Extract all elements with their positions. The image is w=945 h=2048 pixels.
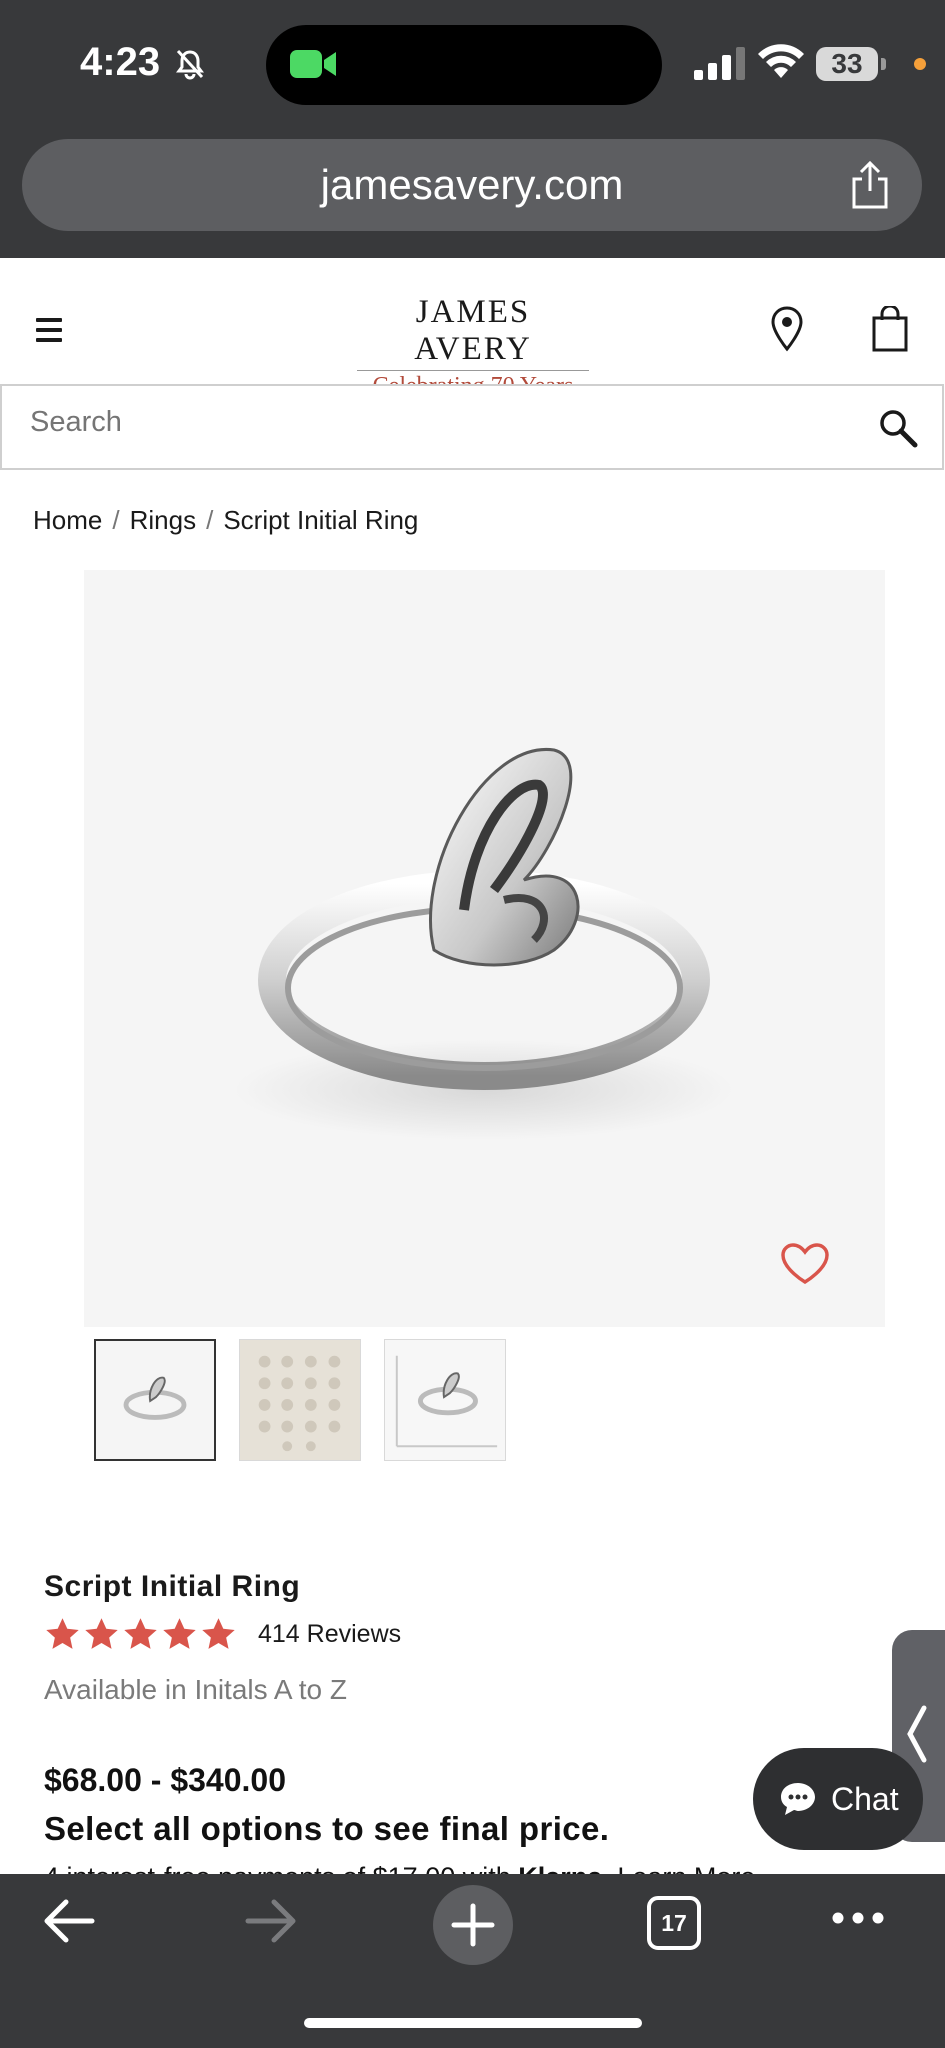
price-range: $68.00 - $340.00 — [44, 1762, 286, 1798]
battery-indicator: 33 — [816, 47, 888, 81]
store-locator-icon[interactable] — [770, 306, 804, 352]
plus-icon — [451, 1903, 495, 1947]
chat-button[interactable]: Chat — [753, 1748, 923, 1850]
thumbnail-2[interactable] — [239, 1339, 361, 1461]
url-text[interactable]: jamesavery.com — [22, 161, 922, 209]
chevron-left-icon — [907, 1705, 927, 1763]
cellular-signal-icon — [694, 47, 745, 80]
thumbnail-3[interactable] — [384, 1339, 506, 1461]
breadcrumb-home[interactable]: Home — [33, 505, 102, 535]
chat-label: Chat — [831, 1780, 899, 1817]
breadcrumb-current: Script Initial Ring — [223, 505, 419, 535]
browser-bottom-toolbar: 17 — [0, 1874, 945, 2048]
battery-nub — [881, 58, 886, 70]
share-icon[interactable] — [848, 161, 892, 209]
star-icon — [163, 1618, 196, 1649]
thumbnail-all-initials-image — [240, 1340, 360, 1460]
search-input[interactable] — [30, 406, 830, 439]
new-tab-button[interactable] — [433, 1885, 513, 1965]
star-icon — [85, 1618, 118, 1649]
menu-icon[interactable] — [36, 318, 62, 342]
address-bar[interactable]: jamesavery.com — [22, 139, 922, 231]
star-rating[interactable] — [44, 1616, 237, 1652]
brand-name-text: JAMES AVERY — [414, 294, 532, 367]
site-header: JAMES AVERY Celebrating 70 Years — [0, 258, 945, 399]
privacy-indicator-dot — [914, 58, 926, 70]
thumbnail-1[interactable] — [94, 1339, 216, 1461]
forward-arrow-icon[interactable] — [244, 1898, 298, 1944]
breadcrumb-rings[interactable]: Rings — [130, 505, 196, 535]
availability-text: Available in Initals A to Z — [44, 1674, 347, 1705]
battery-level: 33 — [816, 47, 878, 81]
product-title: Script Initial Ring — [44, 1570, 301, 1603]
review-count-link[interactable]: 414 Reviews — [258, 1620, 401, 1649]
search-bar[interactable] — [0, 384, 944, 470]
back-arrow-icon[interactable] — [42, 1898, 96, 1944]
product-main-image[interactable] — [84, 570, 885, 1327]
breadcrumb: Home / Rings / Script Initial Ring — [33, 505, 419, 535]
wifi-icon — [758, 44, 804, 78]
select-options-note: Select all options to see final price. — [44, 1810, 610, 1847]
star-icon — [124, 1618, 157, 1649]
search-icon[interactable] — [878, 408, 918, 448]
thumbnail-size-image — [385, 1340, 505, 1460]
thumbnail-ring-image — [96, 1341, 214, 1459]
browser-top-chrome: 4:23 33 jamesavery.com — [0, 0, 945, 258]
tab-switcher-button[interactable]: 17 — [647, 1896, 701, 1950]
bell-muted-icon — [176, 49, 204, 80]
star-icon — [46, 1618, 79, 1649]
ring-illustration — [234, 748, 734, 1140]
brand-name: JAMES AVERY — [357, 294, 589, 368]
video-camera-icon — [290, 50, 336, 78]
shopping-bag-icon[interactable] — [872, 306, 908, 352]
more-options-icon[interactable] — [832, 1912, 884, 1924]
status-time: 4:23 — [80, 40, 161, 84]
star-icon — [202, 1618, 235, 1649]
chat-bubble-icon — [781, 1783, 815, 1815]
home-indicator[interactable] — [304, 2018, 642, 2028]
wishlist-heart-icon[interactable] — [780, 1242, 830, 1286]
